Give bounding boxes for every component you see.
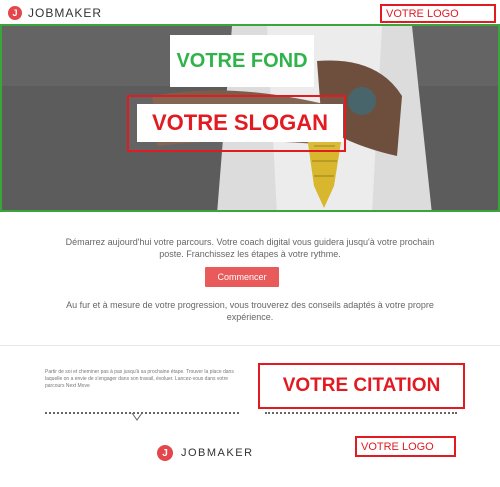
brand-name: JOBMAKER [28,6,103,20]
jobmaker-logo-icon-footer: J [157,445,173,461]
logo-placeholder-top: VOTRE LOGO [380,4,496,23]
jobmaker-logo-icon: J [8,6,22,20]
brand-name-footer: JOBMAKER [181,447,254,459]
citation-placeholder: VOTRE CITATION [258,363,465,409]
dotted-divider-right [265,412,457,414]
start-button[interactable]: Commencer [205,267,279,287]
background-placeholder-label: VOTRE FOND [170,35,314,87]
footer-description: Partir de soi et cheminer pas à pas jusq… [45,369,234,389]
jobmaker-brand-footer[interactable]: J JOBMAKER [157,445,254,461]
slogan-placeholder-label: VOTRE SLOGAN [137,104,343,142]
jobmaker-brand[interactable]: J JOBMAKER [8,5,102,21]
advice-text: Au fur et à mesure de votre progression,… [66,300,434,322]
divider-notch-icon [131,412,143,421]
logo-placeholder-bottom: VOTRE LOGO [355,436,456,457]
intro-text: Démarrez aujourd'hui votre parcours. Vot… [65,237,435,259]
